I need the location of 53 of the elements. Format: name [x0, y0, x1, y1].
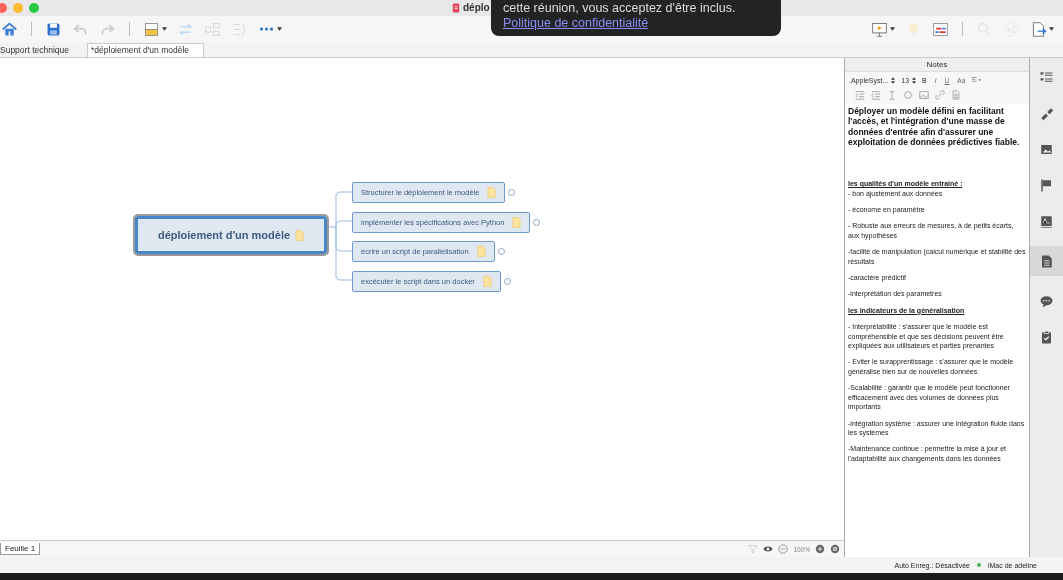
export-icon [1030, 20, 1047, 38]
sheet-tab[interactable]: Feuille 1 [0, 543, 41, 555]
status-dot [976, 563, 981, 567]
zoom-out-button[interactable] [778, 544, 789, 554]
image-icon[interactable] [919, 90, 929, 100]
popup-text: cette réunion, vous acceptez d'être inclus. [503, 1, 737, 15]
close-button[interactable] [0, 3, 7, 13]
style-icon [143, 20, 160, 38]
stepper-icon [891, 76, 896, 84]
align-dropdown[interactable] [971, 75, 982, 85]
structure-icon [204, 20, 221, 38]
caret-icon [1049, 27, 1054, 31]
window-title: déplo [463, 2, 490, 13]
eye-icon[interactable] [763, 544, 774, 554]
panel-title: Notes [845, 58, 1029, 72]
note-icon [512, 216, 522, 228]
document-icon [452, 2, 460, 13]
panel-icon [932, 20, 949, 38]
clear-format-icon[interactable] [887, 90, 897, 100]
flag-icon [1039, 177, 1054, 193]
note-icon [295, 229, 305, 241]
brace-icon [231, 20, 248, 38]
indent-icon[interactable] [855, 90, 865, 100]
document-tab[interactable]: *déploiement d'un modèle [87, 43, 205, 57]
central-topic[interactable]: déploiement d'un modèle [135, 216, 327, 254]
menu-icon[interactable] [830, 544, 840, 554]
outline-icon [1039, 69, 1054, 85]
document-icon[interactable] [951, 90, 961, 100]
link-icon[interactable] [935, 90, 945, 100]
notes-tab[interactable] [1030, 246, 1063, 276]
more-button[interactable] [257, 25, 283, 33]
filter-icon[interactable] [748, 544, 759, 554]
note-icon [482, 275, 492, 287]
privacy-link[interactable]: Politique de confidentialité [503, 15, 769, 31]
more-icon [258, 26, 275, 32]
comment-icon [1039, 293, 1054, 309]
stepper-icon [912, 76, 917, 84]
zoom-button[interactable] [29, 3, 39, 13]
outdent-icon[interactable] [871, 90, 881, 100]
text-style-icon [1039, 213, 1054, 229]
caret-icon [890, 27, 895, 31]
zoom-in-button[interactable] [815, 544, 825, 554]
caret-icon [277, 27, 282, 31]
caret-icon [162, 27, 167, 31]
home-icon [1, 20, 18, 38]
task-icon [1039, 329, 1054, 345]
note-icon [476, 246, 486, 257]
note-paragraph: Déployer un modèle défini en facilitant l'accès, et l'intégration d'une masse de données d'entrée afin d'assurer une exploitation de données prédictives fiable. [848, 106, 1021, 148]
presentation-icon [871, 20, 888, 38]
document-tab[interactable]: Support technique [0, 44, 81, 57]
notes-icon [1039, 253, 1054, 269]
minimize-button[interactable] [13, 3, 23, 13]
note-icon [487, 187, 497, 198]
